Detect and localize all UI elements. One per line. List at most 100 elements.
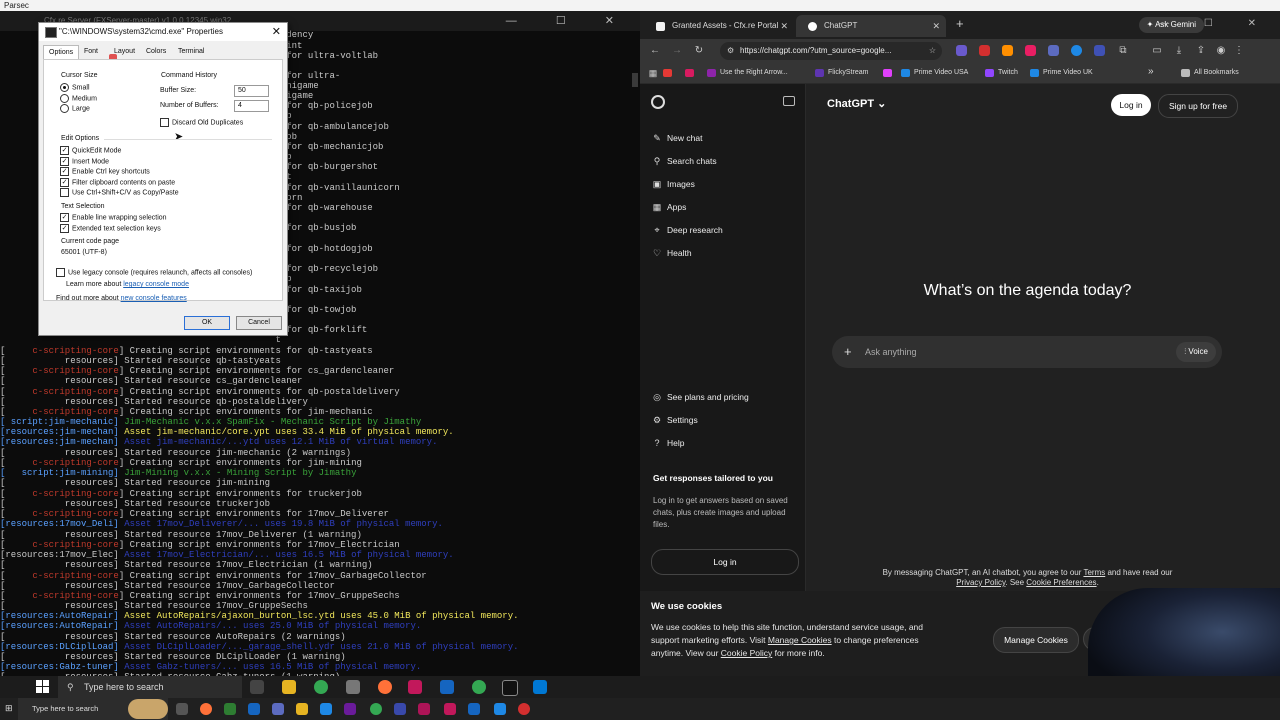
prompt-input[interactable]: + Ask anything ⫶ Voice xyxy=(832,336,1222,368)
bookmark-star-icon[interactable]: ☆ xyxy=(929,42,936,60)
windows-start-icon[interactable] xyxy=(36,680,50,694)
sidebar-login-button[interactable]: Log in xyxy=(651,549,799,575)
chrome-icon[interactable] xyxy=(370,703,382,715)
tab-chatgpt[interactable]: ChatGPT ✕ xyxy=(796,15,946,37)
dialog-title-bar[interactable]: "C:\WINDOWS\system32\cmd.exe" Properties… xyxy=(39,23,287,41)
sidebar-item[interactable]: ♡ Health xyxy=(651,244,692,262)
openai-logo-icon[interactable] xyxy=(651,95,665,109)
apps-grid-icon[interactable]: ▦ xyxy=(646,66,660,80)
legacy-console-checkbox[interactable]: Use legacy console (requires relaunch, a… xyxy=(56,268,252,278)
app-icon[interactable] xyxy=(440,680,454,694)
number-buffers-input[interactable]: 4 xyxy=(234,100,269,112)
bookmark-item[interactable] xyxy=(882,63,896,83)
buffer-size-input[interactable]: 50 xyxy=(234,85,269,97)
extension-icon[interactable] xyxy=(979,45,990,56)
app-icon[interactable] xyxy=(494,703,506,715)
file-explorer-icon[interactable] xyxy=(296,703,308,715)
voice-button[interactable]: ⫶ Voice xyxy=(1176,342,1216,362)
all-bookmarks-folder[interactable]: All Bookmarks xyxy=(1180,63,1239,83)
app-icon[interactable] xyxy=(248,703,260,715)
chrome-icon[interactable] xyxy=(314,680,328,694)
app-icon[interactable] xyxy=(394,703,406,715)
sidebar-item[interactable]: ✎ New chat xyxy=(651,129,702,147)
firefox-icon[interactable] xyxy=(200,703,212,715)
signup-button[interactable]: Sign up for free xyxy=(1158,94,1238,118)
bookmark-item[interactable]: FlickyStream xyxy=(814,63,868,83)
extension-icon[interactable] xyxy=(1002,45,1013,56)
sidebar-bottom-item[interactable]: ◎ See plans and pricing xyxy=(651,388,749,406)
tab-close-icon[interactable]: ✕ xyxy=(780,15,788,37)
privacy-policy-link[interactable]: Privacy Policy xyxy=(956,578,1005,587)
ok-button[interactable]: OK xyxy=(184,316,230,330)
new-console-features-link[interactable]: new console features xyxy=(121,295,187,302)
chrome-icon[interactable] xyxy=(472,680,486,694)
back-icon[interactable]: ← xyxy=(648,44,662,58)
text-selection-checkbox[interactable]: ✓ Extended text selection keys xyxy=(60,223,161,234)
legacy-console-link[interactable]: legacy console mode xyxy=(123,281,189,288)
edit-option-checkbox[interactable]: ✓ Insert Mode xyxy=(60,156,109,167)
text-selection-checkbox[interactable]: ✓ Enable line wrapping selection xyxy=(60,213,167,223)
manage-cookies-link[interactable]: Manage Cookies xyxy=(768,635,832,645)
model-selector[interactable]: ChatGPT ⌄ xyxy=(827,97,886,110)
taskbar-search-input[interactable]: ⚲ Type here to search xyxy=(58,676,242,698)
cookie-policy-link[interactable]: Cookie Policy xyxy=(721,648,773,658)
edit-option-checkbox[interactable]: Use Ctrl+Shift+C/V as Copy/Paste xyxy=(60,188,179,198)
app-icon[interactable] xyxy=(272,703,284,715)
forward-icon[interactable]: → xyxy=(670,44,684,58)
profile-icon[interactable]: ◉ xyxy=(1214,44,1228,58)
file-explorer-icon[interactable] xyxy=(282,680,296,694)
task-view-icon[interactable] xyxy=(250,680,264,694)
vscode-icon[interactable] xyxy=(533,680,547,694)
more-bookmarks-icon[interactable]: » xyxy=(1148,66,1154,77)
menu-icon[interactable]: ⋮ xyxy=(1232,44,1246,58)
bookmark-item[interactable] xyxy=(662,63,676,83)
scrollbar-thumb[interactable] xyxy=(632,73,638,87)
reload-icon[interactable]: ↻ xyxy=(692,44,706,58)
share-icon[interactable]: ⇪ xyxy=(1194,44,1208,58)
app-icon[interactable] xyxy=(444,703,456,715)
cookie-preferences-link[interactable]: Cookie Preferences xyxy=(1026,578,1096,587)
cancel-button[interactable]: Cancel xyxy=(236,316,282,330)
site-info-icon[interactable]: ⚙ xyxy=(727,42,734,60)
edit-option-checkbox[interactable]: ✓ Filter clipboard contents on paste xyxy=(60,177,175,188)
app-icon[interactable] xyxy=(418,703,430,715)
sidebar-item[interactable]: ⚲ Search chats xyxy=(651,152,717,170)
download-icon[interactable]: ⤓ xyxy=(1172,44,1186,58)
extension-icon[interactable] xyxy=(1048,45,1059,56)
console-scrollbar[interactable] xyxy=(632,73,638,673)
cursor-medium-radio[interactable]: Medium xyxy=(60,94,97,104)
browser-window-controls[interactable]: — ☐ ✕ xyxy=(1159,18,1272,29)
weather-widget-icon[interactable] xyxy=(128,699,168,719)
tab-close-icon[interactable]: ✕ xyxy=(932,15,940,37)
sidebar-bottom-item[interactable]: ⚙ Settings xyxy=(651,411,698,429)
steam-icon[interactable] xyxy=(468,703,480,715)
edit-option-checkbox[interactable]: ✓ QuickEdit Mode xyxy=(60,146,121,156)
app-icon[interactable] xyxy=(344,703,356,715)
bookmark-item[interactable]: Twitch xyxy=(984,63,1018,83)
login-button[interactable]: Log in xyxy=(1111,94,1151,116)
extension-icon[interactable] xyxy=(1071,45,1082,56)
dialog-close-icon[interactable]: ✕ xyxy=(272,23,281,41)
extension-icon[interactable] xyxy=(956,45,967,56)
app-icon[interactable] xyxy=(518,703,530,715)
terms-link[interactable]: Terms xyxy=(1083,568,1105,577)
new-tab-button[interactable]: + xyxy=(956,16,964,31)
cursor-large-radio[interactable]: Large xyxy=(60,104,90,114)
bookmark-item[interactable]: Prime Video USA xyxy=(900,63,968,83)
app-icon[interactable] xyxy=(408,680,422,694)
bookmark-item[interactable] xyxy=(684,63,698,83)
bookmark-item[interactable]: Prime Video UK xyxy=(1029,63,1093,83)
extension-icon[interactable] xyxy=(1094,45,1105,56)
cursor-small-radio[interactable]: Small xyxy=(60,83,90,93)
terminal-icon[interactable] xyxy=(502,680,518,696)
bookmark-item[interactable]: Use the Right Arrow... xyxy=(706,63,788,83)
app-icon[interactable] xyxy=(320,703,332,715)
tab-font[interactable]: Font xyxy=(79,45,103,59)
extension-icon[interactable] xyxy=(1025,45,1036,56)
task-view-icon[interactable] xyxy=(176,703,188,715)
tab-options[interactable]: Options xyxy=(43,45,80,60)
sidebar-bottom-item[interactable]: ? Help xyxy=(651,434,684,452)
attach-plus-icon[interactable]: + xyxy=(844,336,852,368)
sidebar-toggle-icon[interactable] xyxy=(783,96,795,106)
app-icon[interactable] xyxy=(346,680,360,694)
